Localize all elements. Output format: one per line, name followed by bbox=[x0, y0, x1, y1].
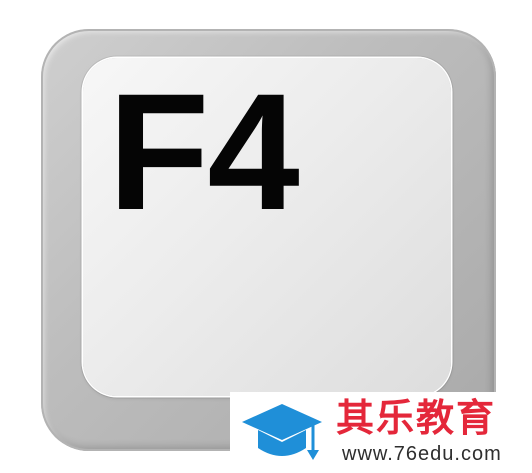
image-canvas: F4 其乐教育 www.76edu.com bbox=[0, 0, 532, 473]
watermark-url: www.76edu.com bbox=[342, 443, 502, 465]
watermark-title: 其乐教育 bbox=[336, 396, 497, 440]
key-label: F4 bbox=[108, 60, 300, 245]
watermark: 其乐教育 www.76edu.com bbox=[230, 392, 532, 473]
graduation-cap-icon bbox=[242, 404, 322, 460]
